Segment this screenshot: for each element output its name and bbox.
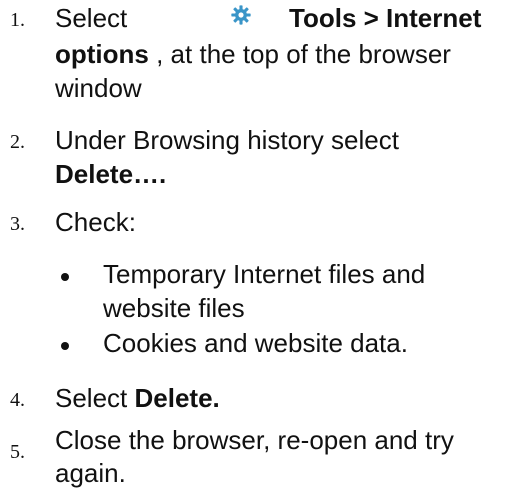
step-suffix: , at the top of the browser	[156, 39, 451, 69]
step-text: Select Delete.	[55, 382, 510, 415]
step-text: Close the browser, re-open and try	[55, 425, 454, 455]
bullet-text: Cookies and website data.	[103, 328, 408, 358]
select-text: Select	[55, 383, 128, 413]
bullet-dot	[61, 342, 69, 350]
step-text: Check:	[55, 207, 136, 237]
step-text-line2: again.	[55, 458, 126, 488]
delete-label: Delete….	[55, 159, 167, 189]
delete-label: Delete.	[134, 383, 220, 413]
step-number: 3.	[10, 213, 25, 235]
step-number: 1.	[10, 9, 25, 31]
step-number: 2.	[10, 131, 25, 153]
step-text: Under Browsing history select	[55, 125, 399, 155]
bullet-text: Temporary Internet files and	[103, 259, 426, 289]
menu-path: Tools > Internet	[289, 3, 482, 33]
bullet-dot	[61, 273, 69, 281]
gear-icon	[231, 5, 251, 25]
step-number: 4.	[10, 389, 25, 411]
step-text-line3: window	[55, 73, 142, 103]
step-number: 5.	[10, 441, 25, 463]
menu-path-continued: options	[55, 39, 149, 69]
select-text: Select	[55, 3, 128, 33]
bullet-text-line2: website files	[103, 293, 245, 323]
